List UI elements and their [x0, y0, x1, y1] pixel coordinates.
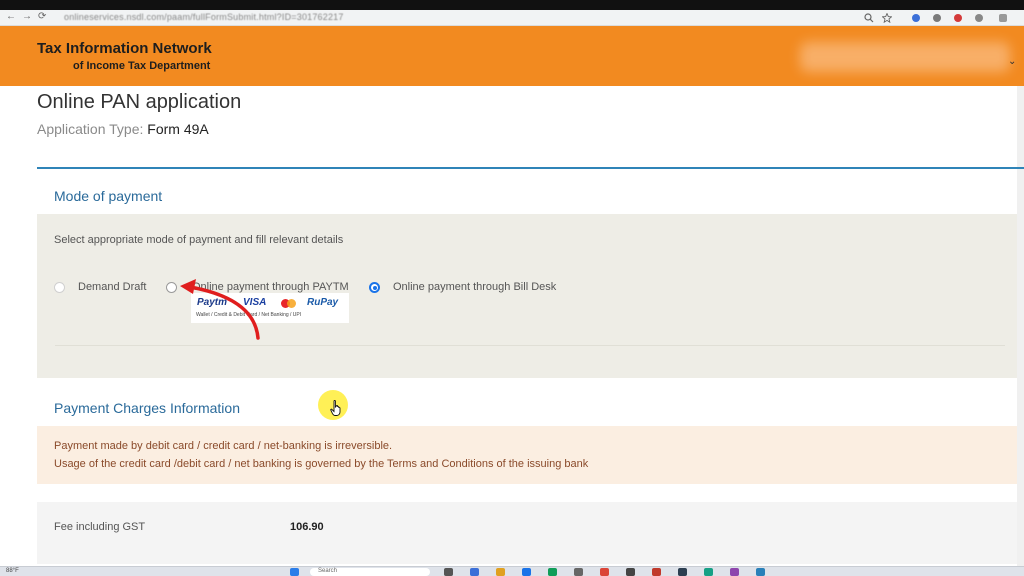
- fee-label: Fee including GST: [54, 521, 146, 533]
- radio-billdesk[interactable]: [369, 282, 380, 293]
- taskbar-app-icon[interactable]: [626, 568, 635, 576]
- taskbar-app-icon[interactable]: [652, 568, 661, 576]
- fee-value: 106.90: [290, 521, 324, 533]
- taskbar-app-icon[interactable]: [444, 568, 453, 576]
- taskbar-search-placeholder: Search: [318, 568, 338, 574]
- os-taskbar: 88°F Search: [0, 566, 1024, 576]
- label-paytm[interactable]: Online payment through PAYTM: [192, 281, 349, 293]
- extension-icon[interactable]: [933, 14, 941, 22]
- taskbar-app-icon[interactable]: [756, 568, 765, 576]
- taskbar-app-icon[interactable]: [470, 568, 479, 576]
- forward-icon[interactable]: →: [22, 11, 32, 22]
- extension-icon[interactable]: [912, 14, 920, 22]
- folder-icon[interactable]: [496, 568, 505, 576]
- taskbar-app-icon[interactable]: [704, 568, 713, 576]
- radio-paytm[interactable]: [166, 282, 177, 293]
- taskbar-search[interactable]: Search: [310, 568, 430, 576]
- weather-widget[interactable]: 88°F: [6, 568, 19, 574]
- mode-of-payment-title: Mode of payment: [54, 188, 163, 204]
- taskbar-app-icon[interactable]: [574, 568, 583, 576]
- browser-window: ← → ⟳ onlineservices.nsdl.com/paam/fullF…: [0, 0, 1024, 576]
- application-type-value: Form 49A: [147, 121, 209, 137]
- star-icon[interactable]: [882, 13, 892, 23]
- extension-icon[interactable]: [975, 14, 983, 22]
- browser-address-bar[interactable]: ← → ⟳ onlineservices.nsdl.com/paam/fullF…: [0, 10, 1024, 26]
- label-demand-draft[interactable]: Demand Draft: [78, 281, 146, 293]
- taskbar-app-icon[interactable]: [730, 568, 739, 576]
- payment-logos: Paytm VISA RuPay Wallet / Credit & Debit…: [191, 293, 349, 323]
- payment-logos-caption: Wallet / Credit & Debit Card / Net Banki…: [196, 312, 302, 318]
- panel-separator: [55, 345, 1005, 346]
- windows-start-icon[interactable]: [290, 568, 299, 576]
- application-type-label: Application Type:: [37, 121, 148, 137]
- hand-cursor-icon: [330, 400, 341, 416]
- search-icon[interactable]: [864, 13, 874, 23]
- taskbar-app-icon[interactable]: [678, 568, 687, 576]
- back-icon[interactable]: ←: [6, 11, 16, 22]
- payment-charges-title: Payment Charges Information: [54, 400, 240, 416]
- charges-notice-panel: [37, 426, 1017, 484]
- paytm-logo: Paytm: [197, 297, 228, 308]
- brand-subtitle: of Income Tax Department: [73, 60, 211, 72]
- reload-icon[interactable]: ⟳: [38, 11, 46, 22]
- section-divider: [37, 167, 1024, 169]
- taskbar-app-icon[interactable]: [548, 568, 557, 576]
- chevron-down-icon[interactable]: ⌄: [1008, 56, 1016, 67]
- blurred-user-info: [800, 42, 1010, 72]
- payment-hint: Select appropriate mode of payment and f…: [54, 234, 344, 246]
- application-type: Application Type: Form 49A: [37, 121, 209, 137]
- charges-notice-line2: Usage of the credit card /debit card / n…: [54, 458, 589, 470]
- menu-icon[interactable]: [999, 14, 1007, 22]
- visa-logo: VISA: [243, 297, 267, 308]
- label-billdesk[interactable]: Online payment through Bill Desk: [393, 281, 556, 293]
- charges-notice-line1: Payment made by debit card / credit card…: [54, 440, 393, 452]
- address-url[interactable]: onlineservices.nsdl.com/paam/fullFormSub…: [64, 12, 344, 22]
- brand-title[interactable]: Tax Information Network: [37, 40, 212, 57]
- radio-demand-draft[interactable]: [54, 282, 65, 293]
- chrome-icon[interactable]: [600, 568, 609, 576]
- rupay-logo: RuPay: [307, 297, 339, 308]
- extension-icon[interactable]: [954, 14, 962, 22]
- page-title: Online PAN application: [37, 91, 242, 113]
- page-scrollbar[interactable]: [1017, 86, 1024, 566]
- mastercard-logo: [287, 299, 296, 308]
- taskbar-app-icon[interactable]: [522, 568, 531, 576]
- site-header: Tax Information Network of Income Tax De…: [0, 26, 1024, 86]
- screen-top-bar: [0, 0, 1024, 10]
- fee-panel: [37, 502, 1017, 564]
